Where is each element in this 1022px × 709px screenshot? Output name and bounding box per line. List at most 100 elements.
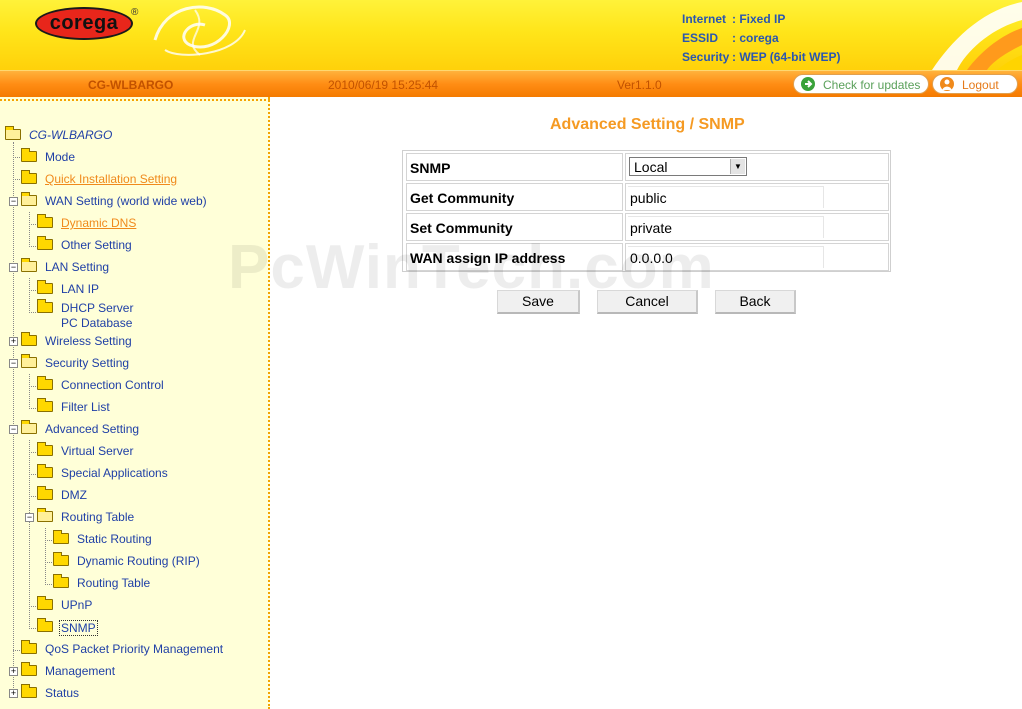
- folder-icon: [21, 684, 37, 698]
- tree-line: [13, 157, 20, 158]
- folder-icon: [37, 236, 53, 250]
- folder-open-icon: [5, 126, 21, 140]
- folder-icon: [37, 596, 53, 610]
- sidebar-item-label: Quick Installation Setting: [45, 172, 178, 186]
- security-info: Security : WEP (64-bit WEP): [682, 50, 840, 64]
- get-community-cell: [625, 183, 889, 211]
- folder-open-icon: [37, 508, 53, 522]
- corega-logo: corega: [35, 7, 133, 40]
- get-community-row: Get Community: [406, 183, 889, 211]
- folder-open-icon: [21, 192, 37, 206]
- sidebar-item-label: Mode: [45, 150, 76, 164]
- tree-line: [29, 386, 36, 387]
- tree-line: [13, 142, 14, 696]
- tree-line: [29, 408, 36, 409]
- collapse-wan-icon[interactable]: −: [9, 197, 18, 206]
- sidebar-item-label: Advanced Setting: [45, 422, 140, 436]
- tree-line: [45, 584, 52, 585]
- snmp-label: SNMP: [406, 153, 623, 181]
- folder-icon: [53, 530, 69, 544]
- folder-icon: [37, 464, 53, 478]
- tree-line: [29, 224, 36, 225]
- sidebar-divider: [0, 99, 270, 101]
- tree-line: [29, 278, 30, 313]
- collapse-lan-icon[interactable]: −: [9, 263, 18, 272]
- sidebar-item-label: UPnP: [61, 598, 93, 612]
- get-community-input[interactable]: [628, 186, 824, 208]
- expand-management-icon[interactable]: +: [9, 667, 18, 676]
- tree-line: [13, 650, 20, 651]
- folder-open-icon: [21, 258, 37, 272]
- internet-info: Internet : Fixed IP: [682, 12, 785, 26]
- tree-line: [45, 528, 46, 585]
- collapse-security-icon[interactable]: −: [9, 359, 18, 368]
- logout-button[interactable]: Logout: [932, 74, 1018, 94]
- collapse-advanced-icon[interactable]: −: [9, 425, 18, 434]
- folder-icon: [21, 148, 37, 162]
- folder-icon: [37, 299, 53, 313]
- header: corega ® Internet : Fixed IP ESSID : cor…: [0, 0, 1022, 70]
- sidebar-item-label: SNMP: [59, 620, 98, 636]
- folder-icon: [21, 640, 37, 654]
- sidebar-item-label: LAN IP: [61, 282, 100, 296]
- folder-icon: [53, 574, 69, 588]
- folder-icon: [37, 442, 53, 456]
- user-icon: [940, 77, 954, 91]
- folder-open-icon: [21, 420, 37, 434]
- folder-icon: [37, 376, 53, 390]
- sidebar-item-label: DHCP Server: [61, 301, 134, 315]
- back-button[interactable]: Back: [715, 290, 796, 314]
- sidebar-item-label: DMZ: [61, 488, 87, 502]
- tree-line: [29, 246, 36, 247]
- sidebar-root-label: CG-WLBARGO: [29, 128, 113, 142]
- tree-line: [29, 628, 36, 629]
- get-community-label: Get Community: [406, 183, 623, 211]
- folder-open-icon: [21, 354, 37, 368]
- essid-info: ESSID : corega: [682, 31, 779, 45]
- collapse-routing-icon[interactable]: −: [25, 513, 34, 522]
- navigation-sidebar: − − + − − − + + CG-WLBARGO Mode Quick In…: [0, 97, 270, 709]
- model-name: CG-WLBARGO: [88, 78, 174, 92]
- folder-icon: [37, 618, 53, 632]
- firmware-version: Ver1.1.0: [617, 78, 662, 92]
- sidebar-item-label: Filter List: [61, 400, 110, 414]
- sidebar-item-label: Static Routing: [77, 532, 152, 546]
- logo-text: corega: [49, 12, 119, 34]
- essid-label: ESSID: [682, 31, 719, 45]
- sidebar-item-label: Dynamic DNS: [61, 216, 137, 230]
- sidebar-item-label: Special Applications: [61, 466, 168, 480]
- sidebar-item-label: WAN Setting (world wide web): [45, 194, 207, 208]
- sidebar-item-label: Dynamic Routing (RIP): [77, 554, 200, 568]
- snmp-select[interactable]: Local ▼: [629, 157, 747, 176]
- sidebar-item-label: Routing Table: [77, 576, 151, 590]
- sidebar-item-label: Status: [45, 686, 80, 700]
- logout-label: Logout: [962, 78, 999, 92]
- sidebar-item-label: Connection Control: [61, 378, 164, 392]
- tree-line: [29, 212, 30, 247]
- check-updates-button[interactable]: Check for updates: [793, 74, 929, 94]
- tree-line: [29, 474, 36, 475]
- security-label: Security: [682, 50, 730, 64]
- folder-icon: [37, 280, 53, 294]
- folder-icon: [37, 214, 53, 228]
- folder-icon: [37, 486, 53, 500]
- date-time: 2010/06/19 15:25:44: [328, 78, 439, 92]
- watermark: PcWinTech.com: [228, 233, 715, 302]
- folder-icon: [21, 332, 37, 346]
- snmp-cell: Local ▼: [625, 153, 889, 181]
- tree-line: [29, 374, 30, 409]
- sidebar-item-label-line2: PC Database: [61, 316, 133, 330]
- internet-label: Internet: [682, 12, 727, 26]
- internet-value: : Fixed IP: [732, 12, 786, 26]
- sidebar-item-label: Routing Table: [61, 510, 135, 524]
- expand-status-icon[interactable]: +: [9, 689, 18, 698]
- tree-line: [29, 290, 36, 291]
- sidebar-item-label: QoS Packet Priority Management: [45, 642, 224, 656]
- chevron-down-icon: ▼: [730, 159, 745, 174]
- sidebar-item-label: Wireless Setting: [45, 334, 132, 348]
- tree-line: [29, 312, 36, 313]
- sidebar-item-label: Security Setting: [45, 356, 130, 370]
- tree-line: [45, 562, 52, 563]
- expand-wireless-icon[interactable]: +: [9, 337, 18, 346]
- snmp-select-value: Local: [634, 159, 668, 175]
